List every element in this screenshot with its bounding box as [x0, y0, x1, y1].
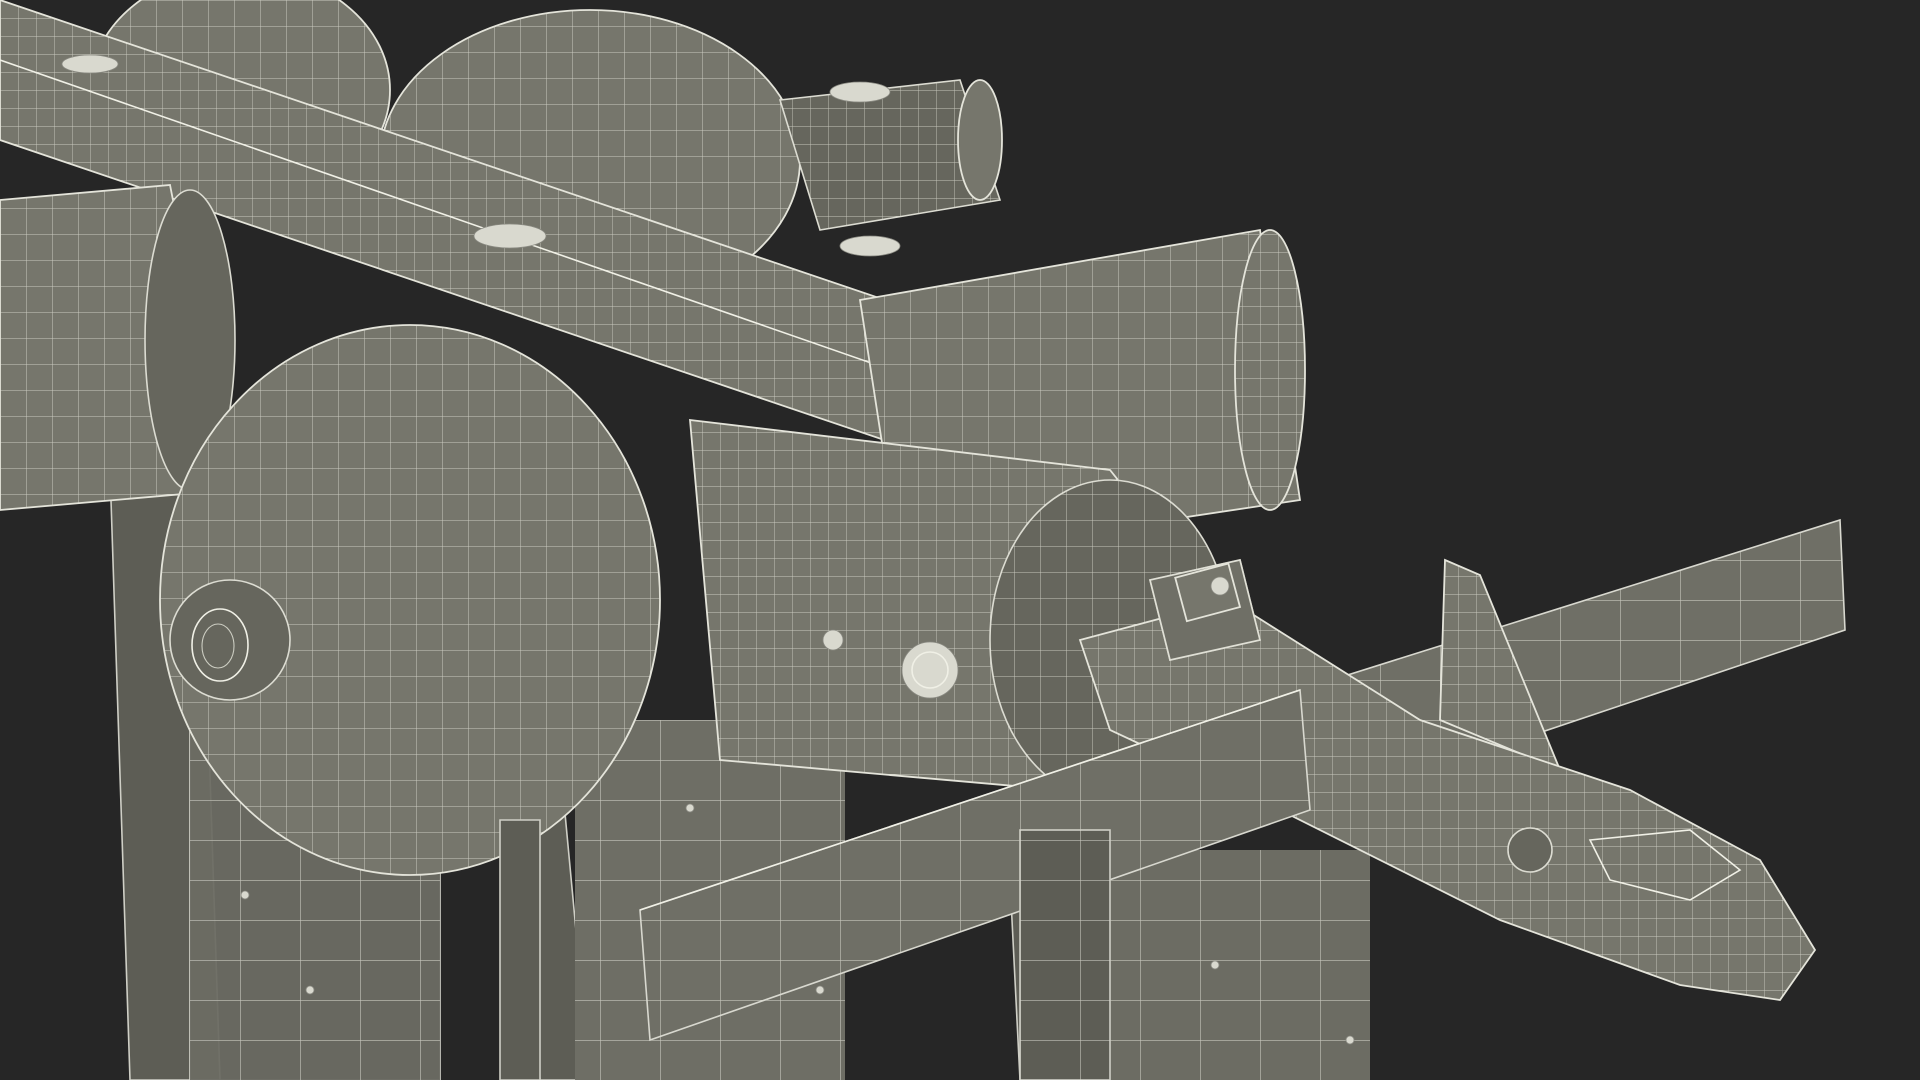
render-viewport	[0, 0, 1920, 1080]
front-inflatable-module	[159, 324, 661, 876]
wireframe-space-station-render	[0, 0, 1846, 1080]
